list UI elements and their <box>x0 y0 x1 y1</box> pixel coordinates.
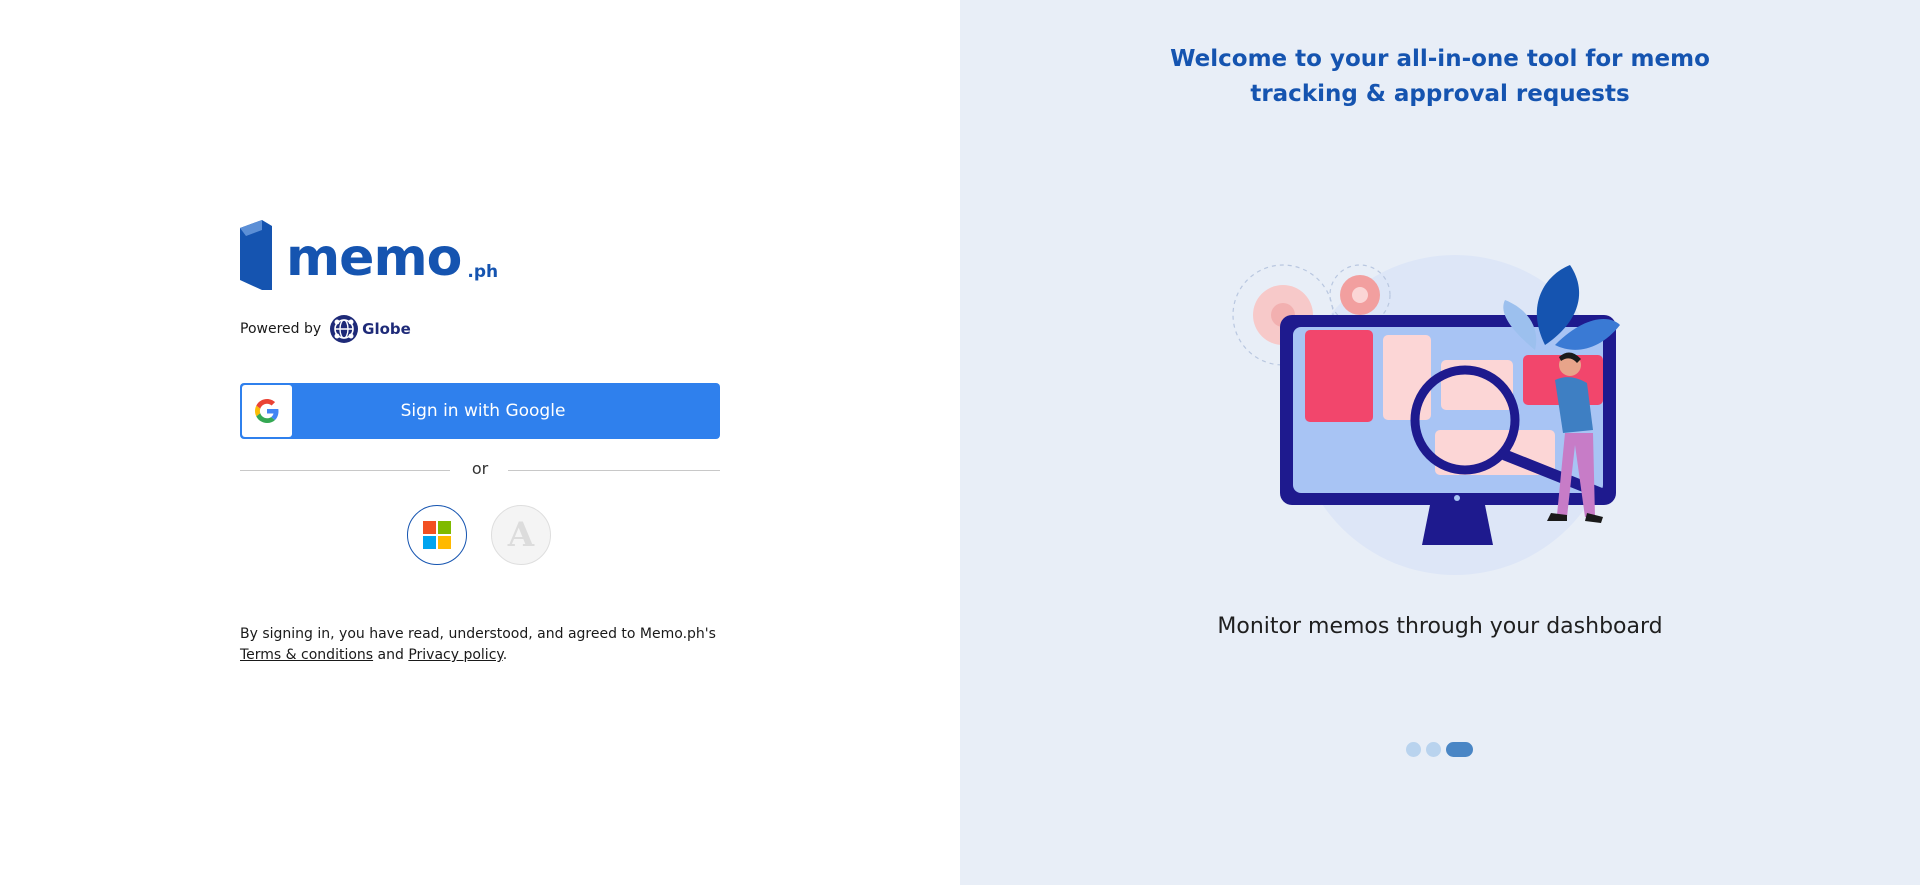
google-sign-in-button[interactable]: Sign in with Google <box>240 383 720 439</box>
sign-in-panel: memo .ph Powered by Globe Sign in with G… <box>0 0 960 885</box>
google-icon <box>255 399 279 423</box>
terms-suffix: . <box>502 647 508 663</box>
dashboard-illustration <box>1232 255 1620 575</box>
divider-line <box>508 470 720 471</box>
a-letter-icon: A <box>507 515 535 555</box>
partner-name: Globe <box>362 320 411 338</box>
powered-by-label: Powered by <box>240 321 322 337</box>
logo-suffix: .ph <box>467 262 499 282</box>
terms-conjunction: and <box>377 647 404 663</box>
divider-text: or <box>471 459 489 478</box>
terms-prefix: By signing in, you have read, understood… <box>240 626 716 642</box>
carousel-dot-3[interactable] <box>1446 742 1473 757</box>
microsoft-sign-in-button[interactable] <box>407 505 467 565</box>
welcome-headline: Welcome to your all-in-one tool for memo… <box>1170 46 1710 107</box>
globe-logo-icon <box>330 315 359 343</box>
terms-link[interactable]: Terms & conditions <box>240 647 373 663</box>
google-button-label: Sign in with Google <box>400 401 566 421</box>
terms-notice: By signing in, you have read, understood… <box>240 624 760 666</box>
memo-book-icon <box>240 220 272 290</box>
slide-caption: Monitor memos through your dashboard <box>1217 614 1663 639</box>
or-divider: or <box>240 459 720 483</box>
carousel-dot-1[interactable] <box>1406 742 1421 757</box>
google-icon-container <box>242 385 292 437</box>
microsoft-icon <box>423 521 451 549</box>
a-sign-in-button[interactable]: A <box>491 505 551 565</box>
carousel-pagination <box>1406 742 1473 757</box>
alternative-sign-in-options: A <box>407 505 551 565</box>
logo-text: memo <box>286 228 462 288</box>
memo-logo: memo .ph <box>240 220 498 290</box>
powered-by: Powered by Globe <box>240 314 411 344</box>
carousel-dot-2[interactable] <box>1426 742 1441 757</box>
privacy-link[interactable]: Privacy policy <box>408 647 502 663</box>
